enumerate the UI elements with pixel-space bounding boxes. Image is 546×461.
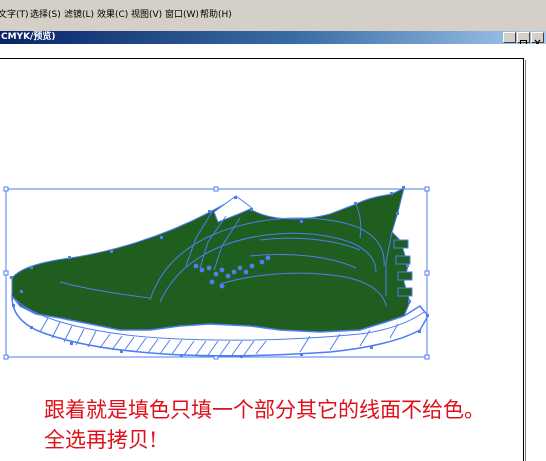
caption-line-1: 跟着就是填色只填一个部分其它的线面不给色。 [44,398,485,422]
shoe-upper-fill[interactable] [11,187,411,333]
shoe-artwork[interactable] [0,0,546,461]
caption-line-2: 全选再拷贝! [44,428,158,452]
